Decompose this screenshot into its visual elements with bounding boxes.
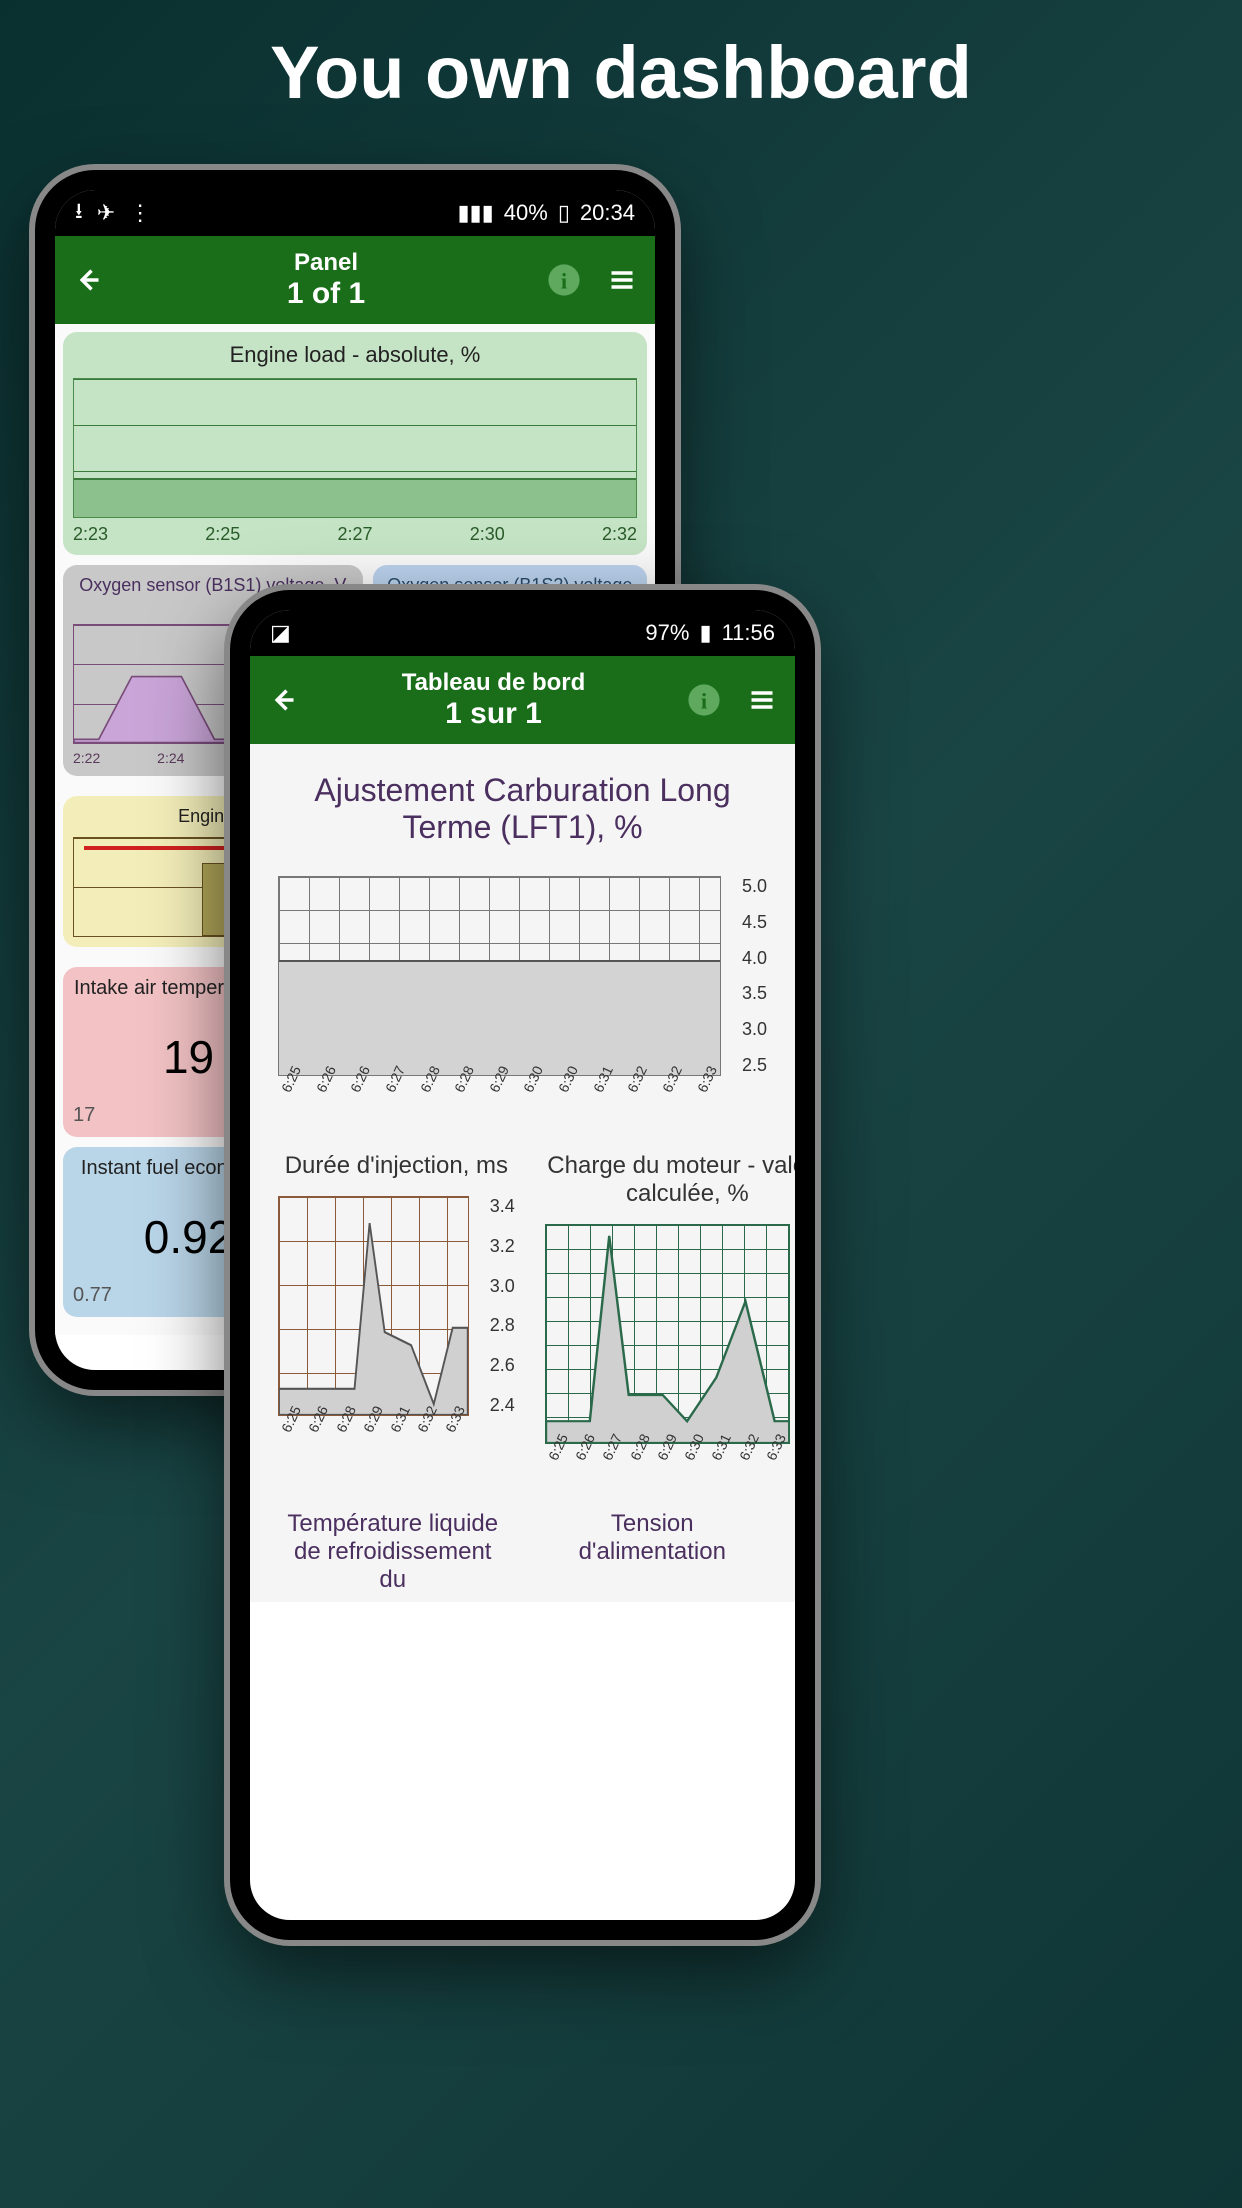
- download-icon: ⭳: [75, 194, 83, 232]
- app-bar: Panel 1 of 1 i: [55, 236, 655, 324]
- clock: 20:34: [580, 200, 635, 226]
- battery-icon: ▯: [558, 200, 570, 226]
- appbar-title: Tableau de bord: [300, 669, 687, 697]
- svg-text:i: i: [561, 269, 567, 294]
- back-icon[interactable]: [266, 683, 300, 717]
- app-bar: Tableau de bord 1 sur 1 i: [250, 656, 795, 744]
- battery-pct: 97%: [645, 620, 689, 646]
- main-chart-title: Ajustement Carburation Long Terme (LFT1)…: [258, 752, 787, 876]
- menu-icon[interactable]: [605, 263, 639, 297]
- android-icon: ⋮: [129, 200, 151, 226]
- battery-icon: ▮: [699, 620, 711, 646]
- appbar-subtitle: 1 of 1: [105, 277, 547, 311]
- chart-voltage-fr-title: Tension d'alimentation: [538, 1510, 768, 1594]
- page-title: You own dashboard: [0, 0, 1242, 145]
- phone-mock-2: ◪ 97% ▮ 11:56 Tableau de bord 1 sur 1 i: [230, 590, 815, 1940]
- clock: 11:56: [722, 620, 775, 646]
- intake-min: 17: [73, 1104, 95, 1127]
- card-engine-load[interactable]: Engine load - absolute, % 2:23 2:25 2:27…: [63, 332, 647, 555]
- menu-icon[interactable]: [745, 683, 779, 717]
- appbar-subtitle: 1 sur 1: [300, 697, 687, 731]
- status-bar: ⭳ ✈ ⋮ ▮▮▮ 40% ▯ 20:34: [55, 190, 655, 236]
- app-icon: ◪: [270, 620, 291, 646]
- chart-injection[interactable]: Durée d'injection, ms 3.4 3.2 3.0 2.8: [278, 1152, 515, 1490]
- chart-engine-load-calc[interactable]: Charge du moteur - valeur calculée, % 28…: [545, 1152, 795, 1490]
- info-icon[interactable]: i: [687, 683, 721, 717]
- signal-icon: ▮▮▮: [457, 200, 493, 226]
- svg-text:i: i: [701, 689, 707, 714]
- appbar-title: Panel: [105, 249, 547, 277]
- info-icon[interactable]: i: [547, 263, 581, 297]
- battery-pct: 40%: [504, 200, 548, 226]
- send-icon: ✈: [97, 200, 115, 226]
- back-icon[interactable]: [71, 263, 105, 297]
- chart-lft[interactable]: 5.0 4.5 4.0 3.5 3.0 2.5 6:25 6:26 6:26 6…: [278, 876, 767, 1122]
- chart-coolant-fr-title: Température liquide de refroidissement d…: [278, 1510, 508, 1594]
- card-title: Engine load - absolute, %: [73, 342, 637, 368]
- fuel-min: 0.77: [73, 1284, 112, 1307]
